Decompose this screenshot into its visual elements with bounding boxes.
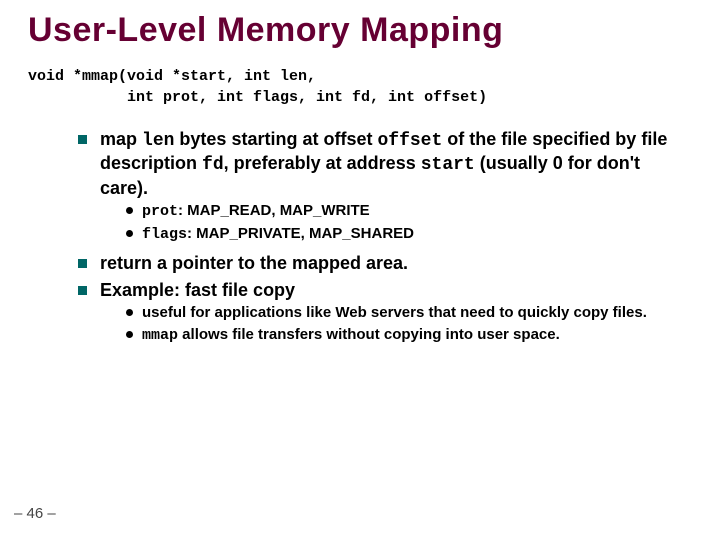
b1s1-code: prot [142,203,178,220]
b1-code-fd: fd [202,155,224,175]
bullet-1-sub-2: flags: MAP_PRIVATE, MAP_SHARED [126,224,692,245]
page-title: User-Level Memory Mapping [28,12,692,49]
b1s2-code: flags [142,226,187,243]
slide: User-Level Memory Mapping void *mmap(voi… [0,0,720,540]
b1-code-offset: offset [377,131,442,151]
b1s1-text: : MAP_READ, MAP_WRITE [178,202,370,219]
bullet-2: return a pointer to the mapped area. [78,252,692,275]
function-signature: void *mmap(void *start, int len, int pro… [28,67,692,108]
sig-line1: void *mmap(void *start, int len, [28,68,316,85]
bullet-3: Example: fast file copy useful for appli… [78,279,692,346]
b3-text: Example: fast file copy [100,280,295,300]
b1-code-start: start [421,155,475,175]
b1-text-pre: map [100,129,142,149]
b1-text-mid1: bytes starting at offset [174,129,377,149]
b3s2-text: allows file transfers without copying in… [178,326,560,343]
bullet-3-sublist: useful for applications like Web servers… [100,303,692,345]
page-number: – 46 – [14,505,56,522]
bullet-list: map len bytes starting at offset offset … [28,128,692,346]
bullet-1-sublist: prot: MAP_READ, MAP_WRITE flags: MAP_PRI… [100,201,692,244]
b3s2-code: mmap [142,327,178,344]
b1-text-mid3: , preferably at address [224,153,421,173]
bullet-3-sub-1: useful for applications like Web servers… [126,303,692,323]
bullet-1: map len bytes starting at offset offset … [78,128,692,245]
b1s2-text: : MAP_PRIVATE, MAP_SHARED [187,225,414,242]
b1-code-len: len [142,131,174,151]
bullet-3-sub-2: mmap allows file transfers without copyi… [126,325,692,346]
sig-line2: int prot, int flags, int fd, int offset) [28,89,487,106]
bullet-1-sub-1: prot: MAP_READ, MAP_WRITE [126,201,692,222]
